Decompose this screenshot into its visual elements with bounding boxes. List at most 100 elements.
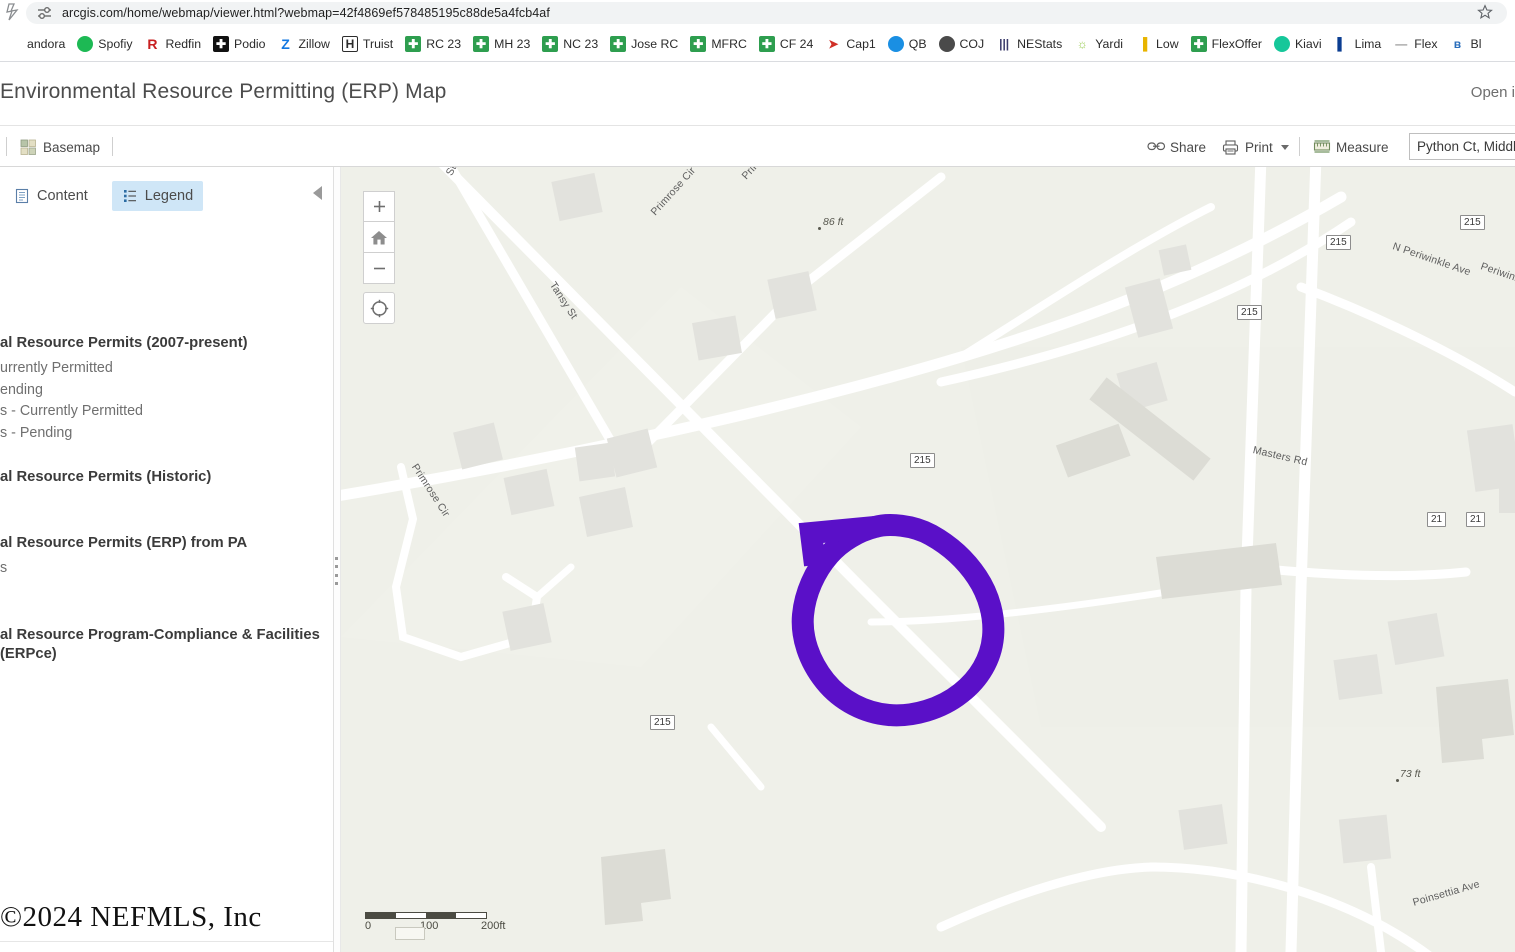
legend-entry: s (0, 558, 333, 580)
bookmark-item[interactable]: ✚ CF 24 (753, 31, 820, 57)
legend-list: al Resource Permits (2007-present) urrent… (0, 239, 333, 879)
bookmark-item[interactable]: Z Zillow (271, 31, 335, 57)
bookmark-label: Redfin (165, 37, 202, 51)
bookmark-item[interactable]: ✚ NC 23 (536, 31, 604, 57)
legend-group: al Resource Permits (2007-present) urrent… (0, 334, 333, 445)
basemap-button[interactable]: Basemap (20, 136, 100, 158)
bookmark-item[interactable]: H Truist (336, 31, 399, 57)
share-button[interactable]: Share (1147, 136, 1206, 158)
bookmark-item[interactable]: ✚ MFRC (684, 31, 753, 57)
bookmark-item[interactable]: ▌ Lima (1328, 31, 1388, 57)
browser-back-icon[interactable] (0, 2, 26, 24)
bookmark-label: Flex (1414, 37, 1438, 51)
bookmark-item[interactable]: ✚ RC 23 (399, 31, 467, 57)
basemap-label: Basemap (43, 139, 101, 155)
bookmark-item[interactable]: andora (0, 31, 71, 57)
elevation-label: 86 ft (823, 216, 844, 228)
folder-green-icon: ✚ (473, 36, 490, 52)
bookmark-label: MFRC (711, 37, 747, 51)
map-toolbar: Basemap Share Print Measure Python Ct, M… (0, 126, 1515, 167)
side-panel: Content Legend al Resource Permits (2007… (0, 167, 334, 952)
address-bar[interactable]: arcgis.com/home/webmap/viewer.html?webma… (26, 2, 1507, 24)
bookmark-label: QB (908, 37, 927, 51)
address-bar-url: arcgis.com/home/webmap/viewer.html?webma… (62, 6, 550, 20)
capitalone-icon: ➤ (828, 37, 839, 51)
toolbar-divider (6, 137, 7, 156)
open-in-link[interactable]: Open i (1471, 84, 1515, 101)
bookmark-label: NC 23 (563, 37, 599, 51)
bookmark-item[interactable]: ✚ FlexOffer (1185, 31, 1268, 57)
home-extent-button[interactable] (363, 222, 395, 253)
tab-content[interactable]: Content (4, 181, 98, 211)
legend-group-title: al Resource Permits (Historic) (0, 469, 212, 485)
site-settings-icon[interactable] (36, 5, 54, 21)
podio-icon: ✚ (213, 36, 230, 52)
route-shield: 21 (1427, 512, 1447, 527)
bookmark-label: NEStats (1017, 37, 1063, 51)
legend-entry-label: s - Currently Permitted (0, 403, 144, 419)
bookmark-star-icon[interactable] (1477, 4, 1493, 20)
bookmark-item[interactable]: ʙ Bl (1444, 31, 1488, 57)
content-layers-icon (14, 188, 30, 204)
bookmark-label: COJ (959, 37, 985, 51)
bookmark-item[interactable]: ✚ Podio (207, 31, 271, 57)
measure-button[interactable]: Measure (1313, 136, 1389, 158)
search-input-value: Python Ct, Middl (1417, 139, 1515, 154)
legend-entry: s - Currently Permitted (0, 401, 333, 423)
bookmark-item[interactable]: R Redfin (138, 31, 207, 57)
bookmark-label: andora (27, 37, 66, 51)
search-input[interactable]: Python Ct, Middl (1409, 133, 1515, 160)
bookmark-item[interactable]: ☼ Yardi (1068, 31, 1129, 57)
legend-group-title: al Resource Program-Compliance & Facilit… (0, 627, 320, 662)
map-scalebar: 0 100 200ft (365, 912, 545, 940)
legend-entry: s - Pending (0, 423, 333, 445)
legend-group-title: al Resource Permits (2007-present) (0, 335, 248, 351)
route-shield: 215 (910, 453, 935, 468)
bookmark-label: Cap1 (846, 37, 876, 51)
bookmark-label: Truist (362, 37, 394, 51)
bookmarks-bar[interactable]: andora Spofiy R Redfin ✚ Podio Z Zillow H Truist ✚… (0, 26, 1515, 62)
map-canvas[interactable]: .rd { stroke:#ffffff; fill:none; stroke-… (341, 167, 1515, 952)
scalebar-units-toggle[interactable] (395, 927, 425, 940)
chevron-down-icon[interactable] (1280, 144, 1289, 150)
tab-content-label: Content (37, 188, 88, 204)
panel-resize-grip-icon (335, 557, 339, 585)
locate-button[interactable] (363, 292, 395, 324)
route-shield: 215 (1326, 235, 1351, 250)
bookmark-label: Lima (1354, 37, 1382, 51)
bookmark-item[interactable]: ✚ MH 23 (467, 31, 536, 57)
elevation-point-dot (818, 227, 821, 230)
panel-tabs: Content Legend (0, 179, 333, 213)
legend-group: al Resource Permits (ERP) from PA s (0, 534, 333, 580)
bookmark-item[interactable]: Spofiy (71, 31, 138, 57)
legend-entry-label: ending (0, 381, 43, 398)
route-shield: 215 (1460, 215, 1485, 230)
bookmark-label: Zillow (298, 37, 330, 51)
legend-entry-label: urrently Permitted (0, 360, 113, 376)
yardi-icon: ☼ (1076, 37, 1088, 51)
bookmark-item[interactable]: ▐ Low (1129, 31, 1185, 57)
bookmark-item[interactable]: QB (882, 31, 933, 57)
bookmark-item[interactable]: ✚ Jose RC (604, 31, 684, 57)
panel-resize-handle[interactable] (334, 167, 341, 952)
bookmark-item[interactable]: ➤ Cap1 (819, 31, 881, 57)
lima-icon: ▌ (1337, 37, 1346, 51)
elevation-label: 73 ft (1400, 768, 1421, 780)
bookmark-item[interactable]: Kiavi (1268, 31, 1328, 57)
print-button[interactable]: Print (1222, 136, 1289, 158)
link-icon (1147, 139, 1166, 156)
map-vector-layer: .rd { stroke:#ffffff; fill:none; stroke-… (341, 167, 1515, 952)
zoom-out-button[interactable] (363, 253, 395, 284)
nestats-icon: ||| (999, 37, 1010, 51)
tab-legend[interactable]: Legend (111, 181, 204, 211)
bookmark-label: Low (1156, 37, 1179, 51)
zoom-in-button[interactable] (363, 191, 395, 222)
collapse-panel-icon[interactable] (313, 186, 322, 200)
legend-group-title: al Resource Permits (ERP) from PA (0, 535, 248, 551)
spotify-icon (77, 36, 94, 52)
bl-icon: ʙ (1453, 37, 1462, 51)
bookmark-item[interactable]: COJ (933, 31, 991, 57)
scalebar-min: 0 (365, 920, 372, 932)
bookmark-item[interactable]: ||| NEStats (990, 31, 1068, 57)
bookmark-item[interactable]: ― Flex (1387, 31, 1443, 57)
